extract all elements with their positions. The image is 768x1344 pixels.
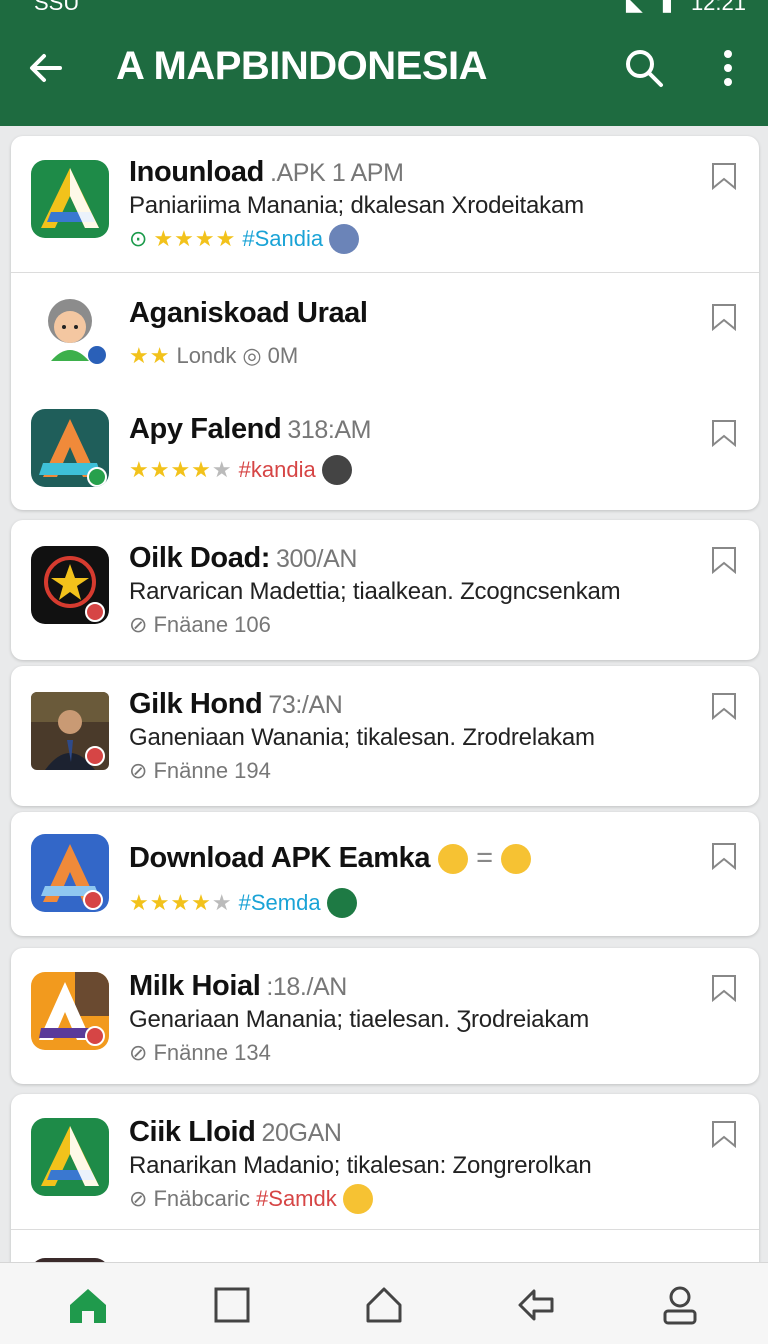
app-description: Genariaan Manania; tiaelesan. Ʒrodreiaka… xyxy=(129,1006,590,1033)
app-icon-a-green xyxy=(31,160,109,238)
star-rating: ★★★★ xyxy=(153,226,237,251)
meta-text: Fnänne 194 xyxy=(153,758,271,783)
list-item[interactable]: Inounload .APK 1 APM Paniariima Manania; … xyxy=(11,136,759,273)
list-item[interactable]: Download APK Eamka = ★★★★★ #Semda xyxy=(11,812,759,936)
app-bar: A MAPBINDONESIA xyxy=(0,22,768,126)
arrow-left-icon[interactable] xyxy=(24,46,68,90)
status-bar: SSU ◣ ▮ 12:21 xyxy=(0,0,768,22)
meta-text: Fnäbcaric xyxy=(153,1186,251,1211)
app-name: Aganiskoad Uraal xyxy=(129,297,368,329)
back-icon[interactable] xyxy=(514,1283,558,1327)
emoji-icon xyxy=(438,843,469,874)
storage-icon: ◎ xyxy=(242,343,262,368)
bookmark-icon[interactable] xyxy=(711,842,737,870)
app-description: Paniariima Manania; dkalesan Xrodeitakam xyxy=(129,192,584,219)
card-group-1: Inounload .APK 1 APM Paniariima Manania; … xyxy=(11,136,759,510)
bookmark-icon[interactable] xyxy=(711,692,737,720)
app-meta: ⊘ Fnäane 106 xyxy=(129,612,271,638)
hashtag: #Sandia xyxy=(242,226,324,251)
app-name: Apy Falend 318:AM xyxy=(129,413,372,445)
list-item[interactable]: Milk Hoial:18./AN Genariaan Manania; tia… xyxy=(11,948,759,1084)
character-avatar-icon xyxy=(31,291,109,369)
search-icon[interactable] xyxy=(622,46,666,90)
bookmark-icon[interactable] xyxy=(711,303,737,331)
check-circle-icon: ⊙ xyxy=(129,226,148,251)
list-item[interactable]: Ciik Lloid 20GAN Ranarikan Madanio; tikal… xyxy=(11,1094,759,1230)
card-group-4: Download APK Eamka = ★★★★★ #Semda xyxy=(11,812,759,936)
emoji-icon xyxy=(342,1184,373,1214)
app-description: Ranarikan Madanio; tikalesan: Zongrerolk… xyxy=(129,1152,592,1179)
status-left-text: SSU xyxy=(34,0,80,15)
page-title: A MAPBINDONESIA xyxy=(116,44,488,88)
app-name: Milk Hoial:18./AN xyxy=(129,970,347,1002)
bookmark-icon[interactable] xyxy=(711,419,737,447)
lock-icon xyxy=(326,888,357,918)
app-name: Download APK Eamka = xyxy=(129,842,531,875)
bookmark-icon[interactable] xyxy=(711,1120,737,1148)
app-list: Inounload .APK 1 APM Paniariima Manania; … xyxy=(0,126,768,1262)
home-icon[interactable] xyxy=(66,1283,110,1327)
app-name: Gilk Hond 73:/AN xyxy=(129,688,343,720)
app-name: Oilk Doad: 300/AN xyxy=(129,542,358,574)
clock-icon: ⊘ xyxy=(129,1040,148,1065)
user-avatar-icon xyxy=(329,224,360,254)
list-item-partial[interactable] xyxy=(11,1230,759,1262)
clock-icon: ⊘ xyxy=(129,758,148,783)
star-rating: ★★★★★ xyxy=(129,890,233,915)
house-outline-icon[interactable] xyxy=(362,1283,406,1327)
app-description: Ganeniaan Wanania; tikalesan. Zrodrelaka… xyxy=(129,724,595,751)
app-meta: ★★★★★ #Semda xyxy=(129,888,357,918)
clock-icon: ⊘ xyxy=(129,1186,148,1211)
app-meta: ★★★★★ #kandia xyxy=(129,455,352,485)
app-meta: ⊘ Fnänne 134 xyxy=(129,1040,271,1066)
person-photo-icon xyxy=(31,692,109,770)
card-group-6: Ciik Lloid 20GAN Ranarikan Madanio; tikal… xyxy=(11,1094,759,1262)
list-item[interactable]: Gilk Hond 73:/AN Ganeniaan Wanania; tikal… xyxy=(11,666,759,806)
meta-text: Fnäane 106 xyxy=(153,612,271,637)
list-item[interactable]: Apy Falend 318:AM ★★★★★ #kandia xyxy=(11,391,759,510)
star-rating: ★★★★★ xyxy=(129,457,233,482)
app-icon-a-blue xyxy=(31,834,109,912)
size-text: 0M xyxy=(267,343,299,368)
person-icon[interactable] xyxy=(658,1283,702,1327)
app-meta: ★★ Londk ◎ 0M xyxy=(129,343,298,369)
app-icon-colorful xyxy=(31,546,109,624)
app-name: Inounload .APK 1 APM xyxy=(129,156,404,188)
card-group-5: Milk Hoial:18./AN Genariaan Manania; tia… xyxy=(11,948,759,1084)
status-right: ◣ ▮ 12:21 xyxy=(626,0,746,16)
emoji-icon xyxy=(500,843,531,874)
app-icon-a-green xyxy=(31,1118,109,1196)
status-time: 12:21 xyxy=(690,0,746,15)
card-group-3: Gilk Hond 73:/AN Ganeniaan Wanania; tikal… xyxy=(11,666,759,806)
bookmark-icon[interactable] xyxy=(711,162,737,190)
more-vert-icon[interactable] xyxy=(712,46,744,90)
star-rating: ★★ xyxy=(129,343,171,368)
hashtag: #Samdk xyxy=(256,1186,337,1211)
bookmark-icon[interactable] xyxy=(711,546,737,574)
signal-icon: ◣ xyxy=(625,0,643,15)
card-group-2: Oilk Doad: 300/AN Rarvarican Madettia; ti… xyxy=(11,520,759,660)
list-item[interactable]: Aganiskoad Uraal ★★ Londk ◎ 0M xyxy=(11,273,759,391)
hashtag: #Semda xyxy=(238,890,321,915)
app-meta: ⊘ Fnänne 194 xyxy=(129,758,271,784)
app-meta: ⊙ ★★★★ #Sandia xyxy=(129,224,360,254)
app-icon-a-dark xyxy=(31,409,109,487)
app-meta: ⊘ Fnäbcaric #Samdk xyxy=(129,1184,373,1214)
app-icon-a-orange xyxy=(31,972,109,1050)
clock-icon: ⊘ xyxy=(129,612,148,637)
list-item[interactable]: Oilk Doad: 300/AN Rarvarican Madettia; ti… xyxy=(11,520,759,660)
bottom-nav xyxy=(0,1262,768,1344)
bookmark-icon[interactable] xyxy=(711,974,737,1002)
battery-icon: ▮ xyxy=(660,0,673,15)
hashtag: #kandia xyxy=(238,457,316,482)
square-icon[interactable] xyxy=(210,1283,254,1327)
app-name: Ciik Lloid 20GAN xyxy=(129,1116,342,1148)
meta-text: Londk xyxy=(176,343,237,368)
user-avatar-icon xyxy=(321,455,352,485)
meta-text: Fnänne 134 xyxy=(153,1040,271,1065)
app-description: Rarvarican Madettia; tiaalkean. Zcogncse… xyxy=(129,578,621,605)
